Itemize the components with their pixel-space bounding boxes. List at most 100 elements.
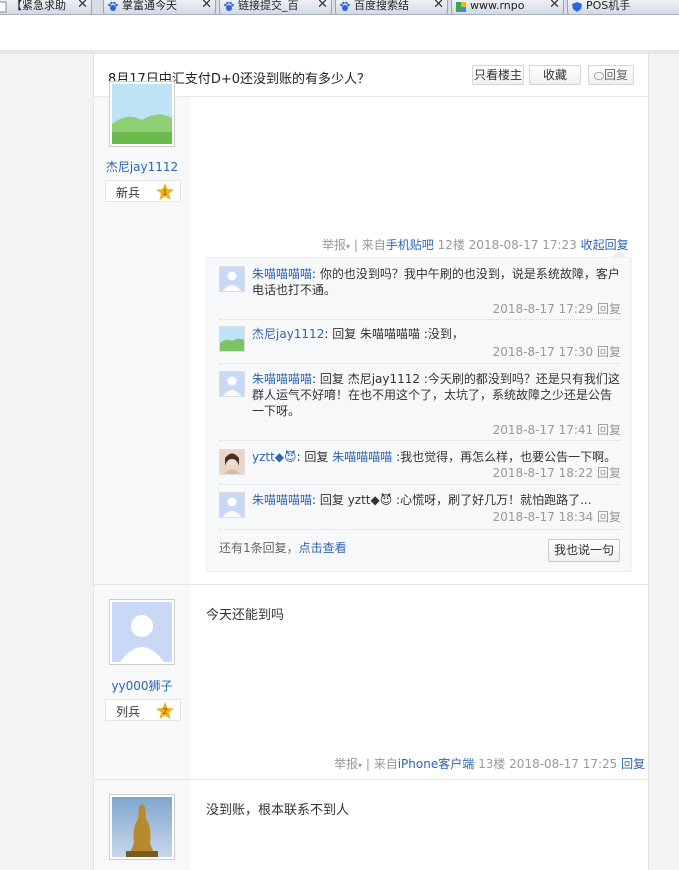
avatar[interactable]	[109, 794, 175, 860]
reply-meta: 2018-8-17 17:41 回复	[493, 421, 621, 438]
reply-reply-link[interactable]: 回复	[597, 466, 621, 480]
only-op-button[interactable]: 只看楼主	[472, 65, 524, 85]
post-username[interactable]: 杰尼jay1112	[94, 158, 190, 175]
avatar[interactable]	[219, 492, 245, 518]
reply-author[interactable]: 杰尼jay1112	[252, 327, 324, 341]
shield-icon	[572, 2, 582, 12]
speech-bubble-icon	[593, 72, 604, 80]
rank-name: 新兵	[116, 186, 141, 200]
reply-text: 杰尼jay1112: 回复 朱喵喵喵喵 :没到，	[252, 326, 621, 342]
post-content: 今天还能到吗	[206, 608, 285, 623]
say-something-button[interactable]: 我也说一句	[548, 539, 620, 562]
reply-time: 2018-8-17 17:30	[492, 345, 594, 359]
default-user-icon	[220, 267, 244, 291]
browser-tab[interactable]: 链接提交_百 ✕	[219, 0, 332, 14]
avatar[interactable]	[219, 449, 245, 475]
more-replies: 还有1条回复，点击查看	[219, 539, 347, 556]
avatar[interactable]	[219, 371, 245, 397]
reply-text: 朱喵喵喵喵: 你的也没到吗？我中午刷的也没到，说是系统故障，客户电话也打不通。	[252, 266, 621, 298]
browser-tab[interactable]: www.rnpo ✕	[451, 0, 564, 14]
rank-name: 列兵	[116, 705, 141, 719]
reply-author[interactable]: 朱喵喵喵喵	[252, 372, 312, 386]
reply-content: : 回复 朱喵喵喵喵 :没到，	[324, 327, 464, 341]
close-icon[interactable]: ✕	[77, 0, 88, 11]
tab-label: 百度搜索结	[354, 0, 409, 12]
reply-time: 2018-8-17 17:29	[492, 302, 594, 316]
avatar[interactable]	[109, 599, 175, 665]
reply-reply-link[interactable]: 回复	[597, 423, 621, 437]
source-link[interactable]: 手机贴吧	[386, 238, 434, 252]
close-icon[interactable]: ✕	[201, 0, 212, 11]
reply-content: :我也觉得，再怎么样，也要公告一下啊。	[392, 450, 617, 464]
close-icon[interactable]: ✕	[549, 0, 560, 11]
post-content: 没到账，根本联系不到人	[206, 803, 350, 818]
star-badge-icon: 2	[156, 702, 174, 719]
sub-replies-box: 朱喵喵喵喵: 你的也没到吗？我中午刷的也没到，说是系统故障，客户电话也打不通。 …	[206, 257, 632, 572]
author-column	[94, 97, 190, 870]
reply-button[interactable]: 回复	[588, 65, 634, 85]
close-icon[interactable]: ✕	[317, 0, 328, 11]
reply-meta: 2018-8-17 18:34 回复	[493, 508, 621, 525]
avatar[interactable]	[219, 326, 245, 352]
reply-content-prefix: : 回复	[296, 450, 333, 464]
floor-number: 13楼	[478, 757, 506, 771]
tab-label: 掌富通今天	[122, 0, 177, 12]
tab-label: POS机手	[586, 0, 631, 12]
thread-title-bar: 8月17日中汇支付D+0还没到账的有多少人？ 只看楼主 收藏 回复	[94, 54, 648, 97]
reply-mention[interactable]: 朱喵喵喵喵	[332, 450, 392, 464]
list-item: 朱喵喵喵喵: 你的也没到吗？我中午刷的也没到，说是系统故障，客户电话也打不通。 …	[219, 266, 621, 320]
list-item: yztt◆😈: 回复 朱喵喵喵喵 :我也觉得，再怎么样，也要公告一下啊。 201…	[219, 449, 621, 485]
photo-avatar-icon	[220, 450, 244, 474]
post-divider	[94, 779, 648, 780]
reply-author[interactable]: 朱喵喵喵喵	[252, 267, 312, 281]
post-time: 2018-08-17 17:23	[468, 238, 577, 252]
close-icon[interactable]: ✕	[433, 0, 444, 11]
star-badge-icon: 1	[156, 183, 174, 200]
source-link[interactable]: iPhone客户端	[398, 757, 475, 771]
more-replies-text: 还有1条回复，	[219, 541, 299, 555]
page-icon	[0, 1, 7, 13]
avatar[interactable]	[109, 81, 175, 147]
rank-level: 1	[163, 188, 168, 197]
post-username[interactable]: yy000狮子	[94, 677, 190, 694]
floor-number: 12楼	[437, 238, 465, 252]
reply-link[interactable]: 回复	[621, 757, 645, 771]
list-item: 杰尼jay1112: 回复 朱喵喵喵喵 :没到， 2018-8-17 17:30…	[219, 326, 621, 364]
reply-text: yztt◆😈: 回复 朱喵喵喵喵 :我也觉得，再怎么样，也要公告一下啊。	[252, 449, 621, 465]
reply-time: 2018-8-17 18:22	[492, 466, 594, 480]
post-meta: 举报▾ | 来自手机贴吧 12楼 2018-08-17 17:23 收起回复	[322, 236, 629, 253]
source-prefix: | 来自	[365, 757, 398, 771]
list-item: 朱喵喵喵喵: 回复 yztt◆😈 :心慌呀，刷了好几万！就怕跑路了... 201…	[219, 492, 621, 530]
favorite-button[interactable]: 收藏	[529, 65, 581, 85]
report-link[interactable]: 举报	[334, 757, 358, 771]
reply-reply-link[interactable]: 回复	[597, 510, 621, 524]
browser-tab[interactable]: 掌富通今天 ✕	[103, 0, 216, 14]
source-prefix: | 来自	[353, 238, 386, 252]
reply-text: 朱喵喵喵喵: 回复 杰尼jay1112 :今天刷的都没到吗？还是只有我们这群人运…	[252, 371, 621, 419]
list-item: 朱喵喵喵喵: 回复 杰尼jay1112 :今天刷的都没到吗？还是只有我们这群人运…	[219, 371, 621, 441]
reply-reply-link[interactable]: 回复	[597, 302, 621, 316]
dropdown-caret-icon: ▾	[358, 761, 363, 770]
tab-label: 【紧急求助	[11, 0, 66, 12]
statue-avatar-icon	[112, 797, 172, 857]
landscape-avatar-icon	[220, 327, 244, 351]
browser-tab[interactable]: POS机手	[567, 0, 679, 14]
reply-author[interactable]: yztt◆😈	[252, 450, 297, 464]
dropdown-caret-icon: ▾	[346, 242, 351, 251]
view-more-link[interactable]: 点击查看	[299, 541, 347, 555]
reply-button-label: 回复	[603, 68, 628, 82]
rank-level: 2	[163, 707, 168, 716]
rank-badge: 新兵 1	[105, 180, 181, 202]
paw-icon	[224, 1, 234, 11]
avatar[interactable]	[219, 266, 245, 292]
post-meta: 举报▾ | 来自iPhone客户端 13楼 2018-08-17 17:25 回…	[334, 755, 645, 772]
browser-tab[interactable]: 百度搜索结 ✕	[335, 0, 448, 14]
report-link[interactable]: 举报	[322, 238, 346, 252]
browser-tab[interactable]: 【紧急求助 ✕	[0, 0, 92, 14]
landscape-avatar-icon	[112, 84, 172, 144]
colorful-icon	[456, 2, 466, 12]
post-divider	[94, 584, 648, 585]
reply-reply-link[interactable]: 回复	[597, 345, 621, 359]
reply-author[interactable]: 朱喵喵喵喵	[252, 493, 312, 507]
browser-tab-bar: 【紧急求助 ✕ 掌富通今天 ✕ 链接提交_百 ✕ 百度搜索结 ✕ www.rnp…	[0, 0, 679, 15]
